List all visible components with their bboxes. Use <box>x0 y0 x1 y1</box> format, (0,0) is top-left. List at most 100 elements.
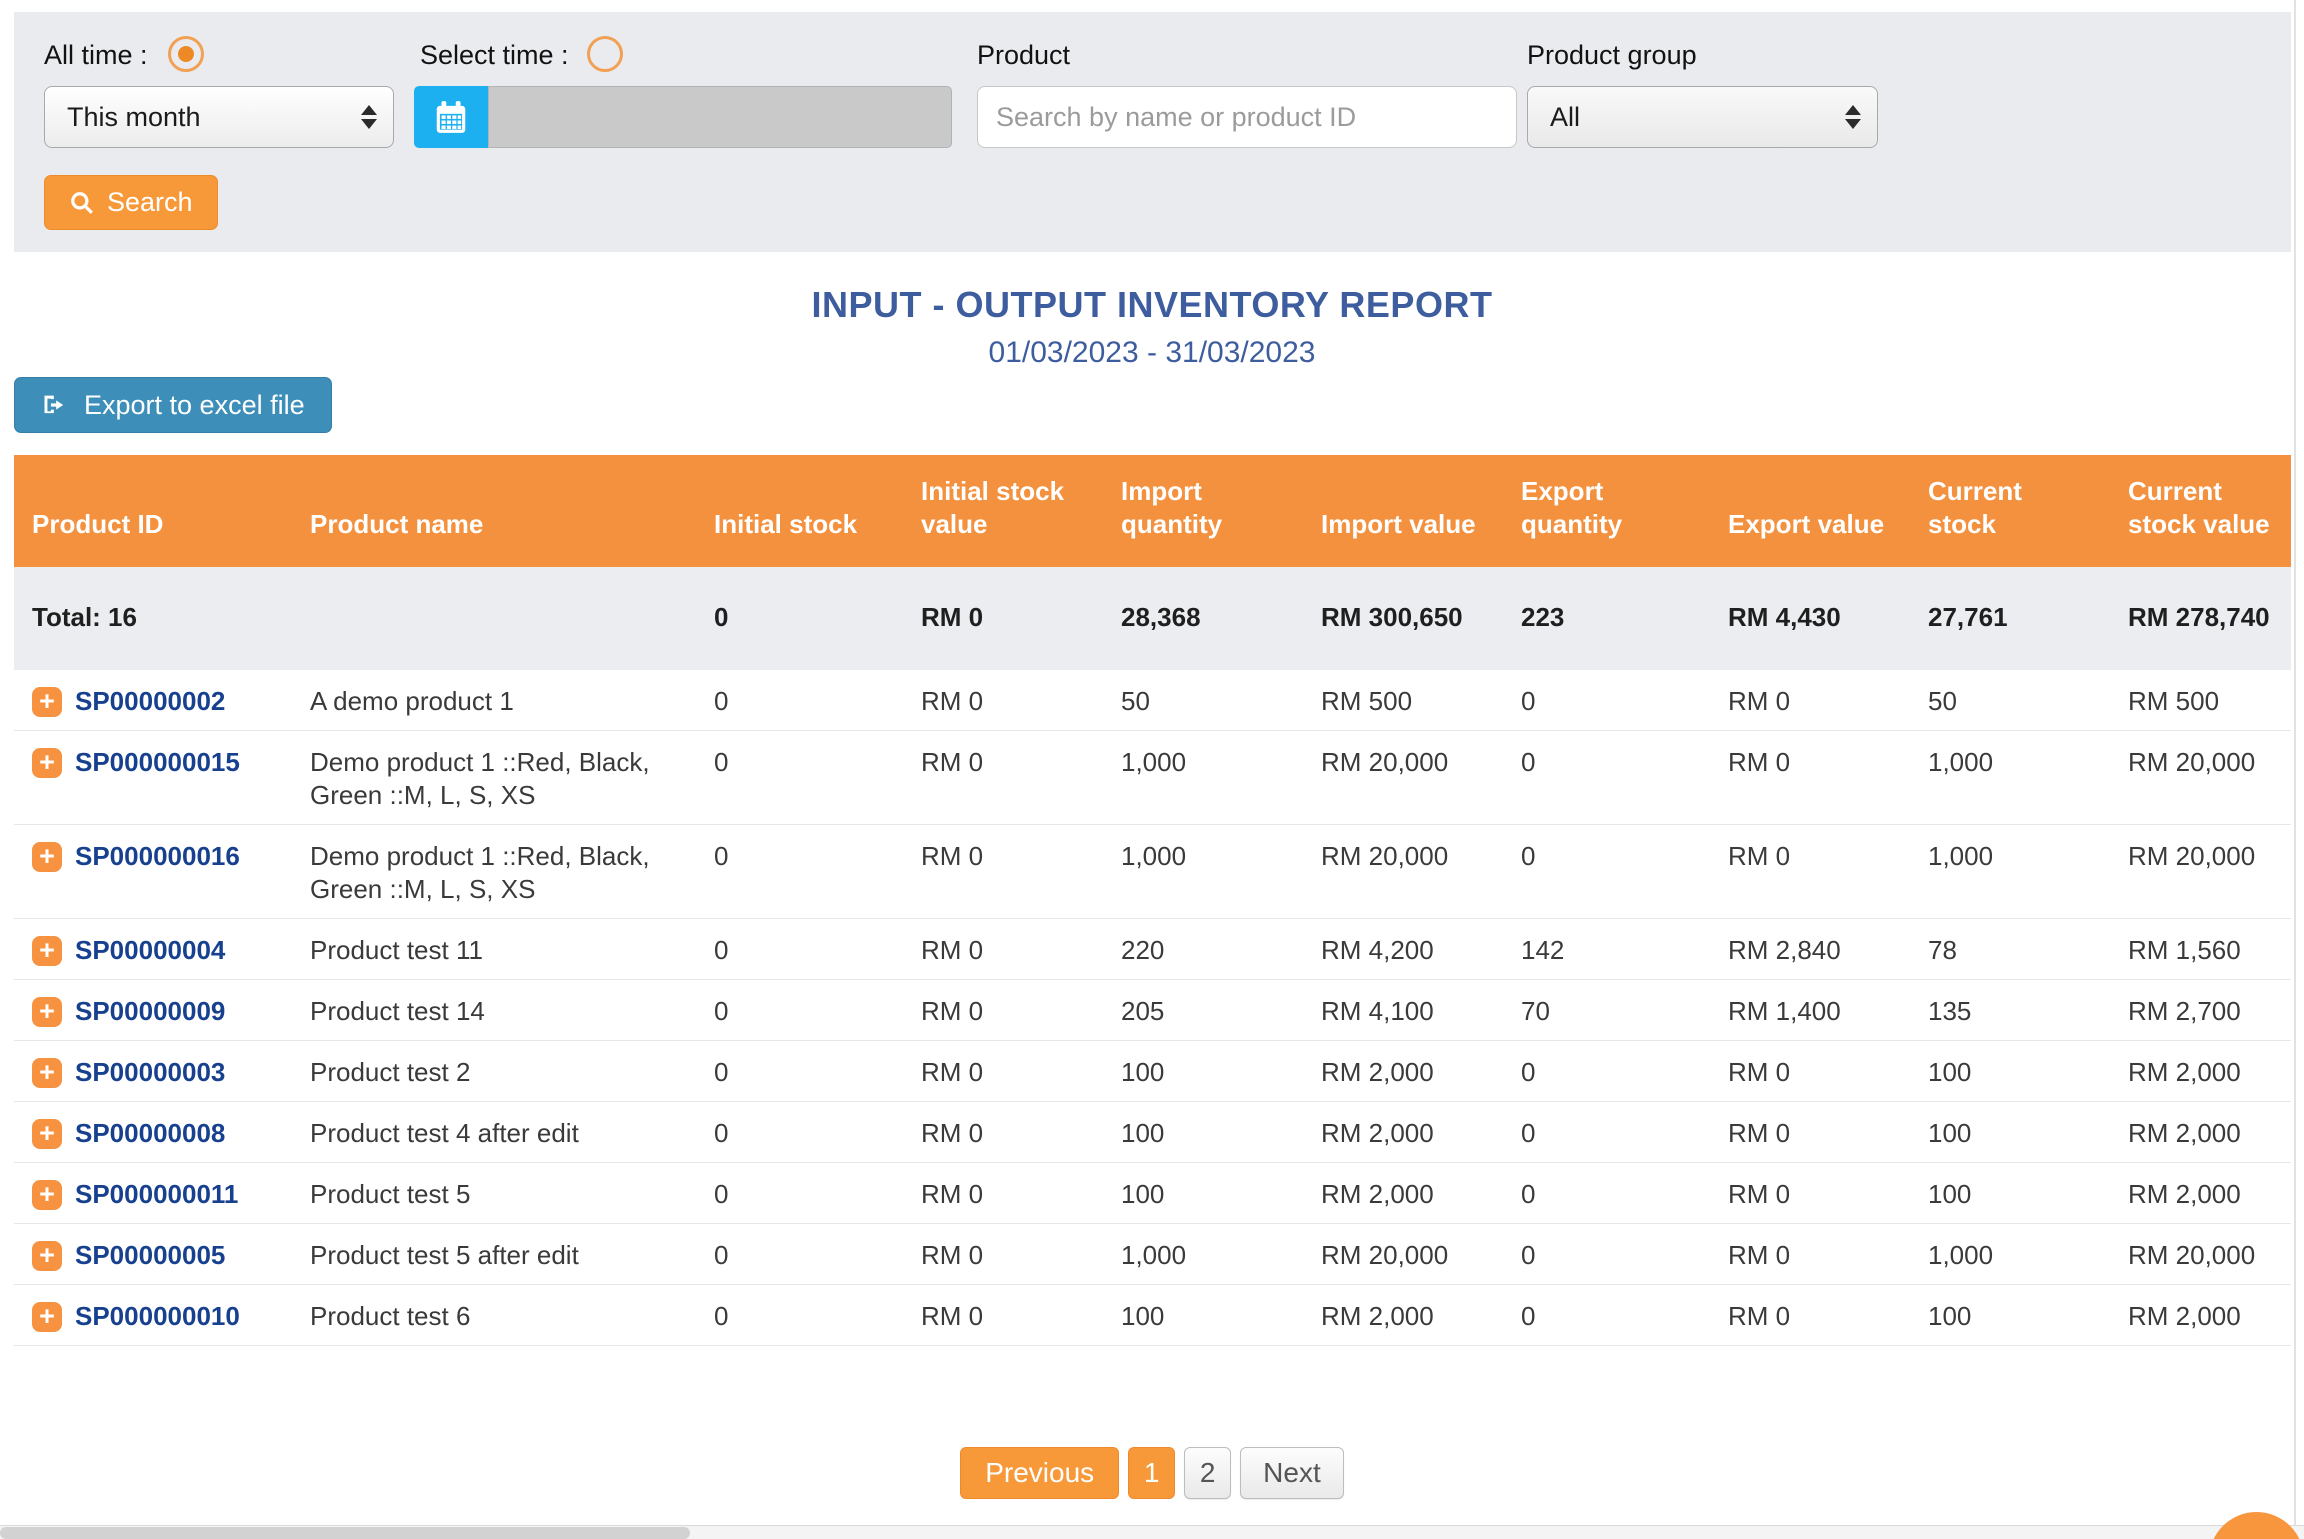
product-name-cell: Product test 5 after edit <box>292 1224 696 1285</box>
table-row: +SP00000009 Product test 14 0 RM 0 205 R… <box>14 980 2291 1041</box>
product-id-link[interactable]: SP00000009 <box>75 995 225 1028</box>
previous-page-button[interactable]: Previous <box>960 1447 1119 1499</box>
initial-stock-cell: 0 <box>696 731 903 825</box>
product-group-select[interactable]: All <box>1527 86 1878 148</box>
export-quantity-cell: 0 <box>1503 731 1710 825</box>
table-row: +SP000000016 Demo product 1 ::Red, Black… <box>14 825 2291 919</box>
col-import-quantity: Import quantity <box>1103 455 1303 567</box>
expand-row-icon[interactable]: + <box>32 997 62 1027</box>
select-arrows-icon <box>361 105 377 129</box>
export-quantity-cell: 142 <box>1503 919 1710 980</box>
total-initial-stock-value: RM 0 <box>903 567 1103 670</box>
total-label: Total: 16 <box>14 567 696 670</box>
import-quantity-cell: 50 <box>1103 670 1303 731</box>
expand-row-icon[interactable]: + <box>32 687 62 717</box>
initial-stock-value-cell: RM 0 <box>903 919 1103 980</box>
initial-stock-cell: 0 <box>696 1163 903 1224</box>
product-name-cell: Product test 2 <box>292 1041 696 1102</box>
col-import-value: Import value <box>1303 455 1503 567</box>
pagination: Previous 1 2 Next <box>0 1447 2304 1499</box>
current-stock-cell: 100 <box>1910 1285 2110 1346</box>
current-stock-cell: 1,000 <box>1910 825 2110 919</box>
import-value-cell: RM 2,000 <box>1303 1163 1503 1224</box>
next-page-button[interactable]: Next <box>1240 1447 1344 1499</box>
expand-row-icon[interactable]: + <box>32 1180 62 1210</box>
product-name-cell: Product test 5 <box>292 1163 696 1224</box>
import-value-cell: RM 2,000 <box>1303 1102 1503 1163</box>
import-quantity-cell: 100 <box>1103 1285 1303 1346</box>
product-id-link[interactable]: SP000000011 <box>75 1178 238 1211</box>
initial-stock-value-cell: RM 0 <box>903 1163 1103 1224</box>
export-value-cell: RM 0 <box>1710 731 1910 825</box>
import-value-cell: RM 4,200 <box>1303 919 1503 980</box>
horizontal-scrollbar-thumb[interactable] <box>0 1527 690 1539</box>
product-id-link[interactable]: SP00000002 <box>75 685 225 718</box>
import-quantity-cell: 100 <box>1103 1041 1303 1102</box>
expand-row-icon[interactable]: + <box>32 748 62 778</box>
initial-stock-cell: 0 <box>696 825 903 919</box>
date-range-input[interactable] <box>488 86 952 148</box>
export-value-cell: RM 0 <box>1710 1102 1910 1163</box>
current-stock-value-cell: RM 2,000 <box>2110 1285 2291 1346</box>
product-id-link[interactable]: SP00000003 <box>75 1056 225 1089</box>
table-row: +SP00000002 A demo product 1 0 RM 0 50 R… <box>14 670 2291 731</box>
time-range-select[interactable]: This month <box>44 86 394 148</box>
expand-row-icon[interactable]: + <box>32 1119 62 1149</box>
export-quantity-cell: 70 <box>1503 980 1710 1041</box>
calendar-button[interactable] <box>414 86 488 148</box>
product-name-cell: Product test 6 <box>292 1285 696 1346</box>
product-id-link[interactable]: SP000000015 <box>75 746 240 779</box>
current-stock-cell: 100 <box>1910 1041 2110 1102</box>
current-stock-cell: 100 <box>1910 1102 2110 1163</box>
current-stock-cell: 78 <box>1910 919 2110 980</box>
current-stock-value-cell: RM 2,700 <box>2110 980 2291 1041</box>
product-id-link[interactable]: SP00000005 <box>75 1239 225 1272</box>
import-value-cell: RM 20,000 <box>1303 825 1503 919</box>
export-value-cell: RM 2,840 <box>1710 919 1910 980</box>
expand-row-icon[interactable]: + <box>32 842 62 872</box>
horizontal-scrollbar[interactable] <box>0 1525 2304 1539</box>
initial-stock-cell: 0 <box>696 1041 903 1102</box>
current-stock-value-cell: RM 20,000 <box>2110 731 2291 825</box>
product-id-link[interactable]: SP000000010 <box>75 1300 240 1333</box>
import-value-cell: RM 2,000 <box>1303 1285 1503 1346</box>
import-value-cell: RM 20,000 <box>1303 731 1503 825</box>
table-row: +SP000000010 Product test 6 0 RM 0 100 R… <box>14 1285 2291 1346</box>
product-id-link[interactable]: SP00000008 <box>75 1117 225 1150</box>
all-time-radio[interactable] <box>168 36 204 72</box>
product-id-link[interactable]: SP00000004 <box>75 934 225 967</box>
product-search-input[interactable] <box>977 86 1517 148</box>
search-button-label: Search <box>107 187 193 218</box>
expand-row-icon[interactable]: + <box>32 936 62 966</box>
initial-stock-value-cell: RM 0 <box>903 1224 1103 1285</box>
current-stock-value-cell: RM 1,560 <box>2110 919 2291 980</box>
floating-action-button[interactable] <box>2209 1512 2304 1539</box>
total-row: Total: 16 0 RM 0 28,368 RM 300,650 223 R… <box>14 567 2291 670</box>
export-value-cell: RM 1,400 <box>1710 980 1910 1041</box>
filter-panel: All time : Select time : Product Product… <box>14 12 2291 252</box>
expand-row-icon[interactable]: + <box>32 1302 62 1332</box>
current-stock-value-cell: RM 20,000 <box>2110 825 2291 919</box>
import-value-cell: RM 4,100 <box>1303 980 1503 1041</box>
export-value-cell: RM 0 <box>1710 825 1910 919</box>
time-range-select-value: This month <box>67 102 201 133</box>
expand-row-icon[interactable]: + <box>32 1058 62 1088</box>
select-time-radio[interactable] <box>587 36 623 72</box>
export-quantity-cell: 0 <box>1503 825 1710 919</box>
export-quantity-cell: 0 <box>1503 1163 1710 1224</box>
initial-stock-value-cell: RM 0 <box>903 1285 1103 1346</box>
total-export-value: RM 4,430 <box>1710 567 1910 670</box>
product-name-cell: Product test 14 <box>292 980 696 1041</box>
page-2-button[interactable]: 2 <box>1184 1447 1231 1499</box>
current-stock-cell: 50 <box>1910 670 2110 731</box>
search-button[interactable]: Search <box>44 175 218 230</box>
initial-stock-value-cell: RM 0 <box>903 1041 1103 1102</box>
table-row: +SP000000011 Product test 5 0 RM 0 100 R… <box>14 1163 2291 1224</box>
page-1-button[interactable]: 1 <box>1128 1447 1175 1499</box>
import-value-cell: RM 2,000 <box>1303 1041 1503 1102</box>
product-group-label: Product group <box>1527 40 1697 71</box>
product-id-link[interactable]: SP000000016 <box>75 840 240 873</box>
export-to-excel-button[interactable]: Export to excel file <box>14 377 332 433</box>
export-value-cell: RM 0 <box>1710 1163 1910 1224</box>
expand-row-icon[interactable]: + <box>32 1241 62 1271</box>
